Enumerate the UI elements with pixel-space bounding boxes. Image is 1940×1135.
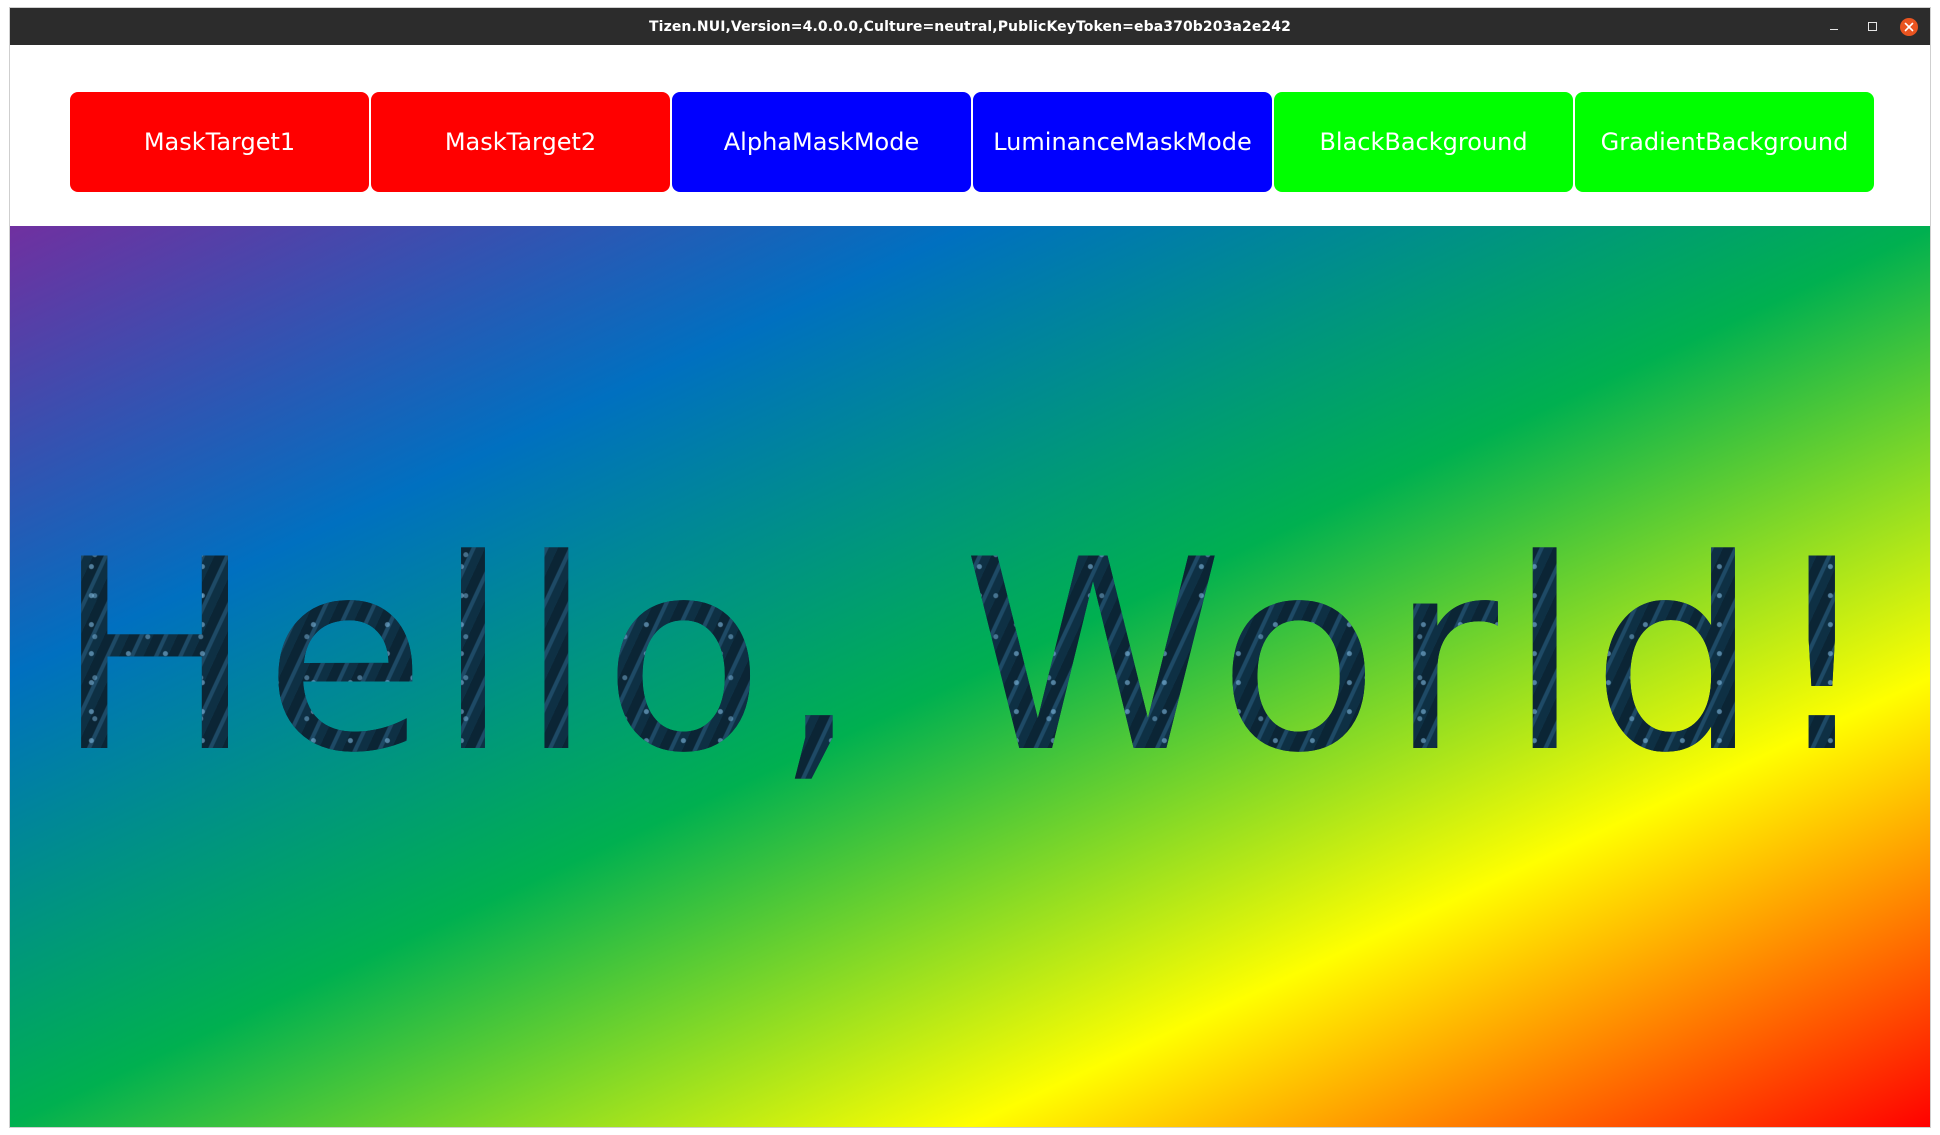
app-window: Tizen.NUI,Version=4.0.0.0,Culture=neutra… (9, 7, 1931, 1128)
mask-target2-button[interactable]: MaskTarget2 (371, 92, 670, 192)
toolbar: MaskTarget1 MaskTarget2 AlphaMaskMode Lu… (10, 45, 1930, 233)
button-label: BlackBackground (1319, 128, 1528, 156)
gradient-stage: Hello, World! (10, 226, 1930, 1127)
masked-hello-text: Hello, World! (10, 526, 1930, 790)
luminance-mask-mode-button[interactable]: LuminanceMaskMode (973, 92, 1272, 192)
black-background-button[interactable]: BlackBackground (1274, 92, 1573, 192)
alpha-mask-mode-button[interactable]: AlphaMaskMode (672, 92, 971, 192)
button-label: AlphaMaskMode (723, 128, 920, 156)
button-row: MaskTarget1 MaskTarget2 AlphaMaskMode Lu… (70, 92, 1874, 192)
title-bar[interactable]: Tizen.NUI,Version=4.0.0.0,Culture=neutra… (10, 8, 1930, 45)
button-label: MaskTarget2 (444, 128, 597, 156)
minimize-icon (1830, 28, 1838, 30)
mask-target1-button[interactable]: MaskTarget1 (70, 92, 369, 192)
button-label: LuminanceMaskMode (993, 128, 1252, 156)
window-controls (1824, 8, 1918, 45)
close-icon (1904, 22, 1914, 31)
button-label: MaskTarget1 (143, 128, 296, 156)
gradient-background-button[interactable]: GradientBackground (1575, 92, 1874, 192)
maximize-button[interactable] (1862, 17, 1882, 37)
button-label: GradientBackground (1600, 128, 1849, 156)
window-title: Tizen.NUI,Version=4.0.0.0,Culture=neutra… (649, 18, 1291, 35)
minimize-button[interactable] (1824, 17, 1844, 37)
maximize-icon (1867, 22, 1877, 31)
close-button[interactable] (1900, 17, 1918, 36)
